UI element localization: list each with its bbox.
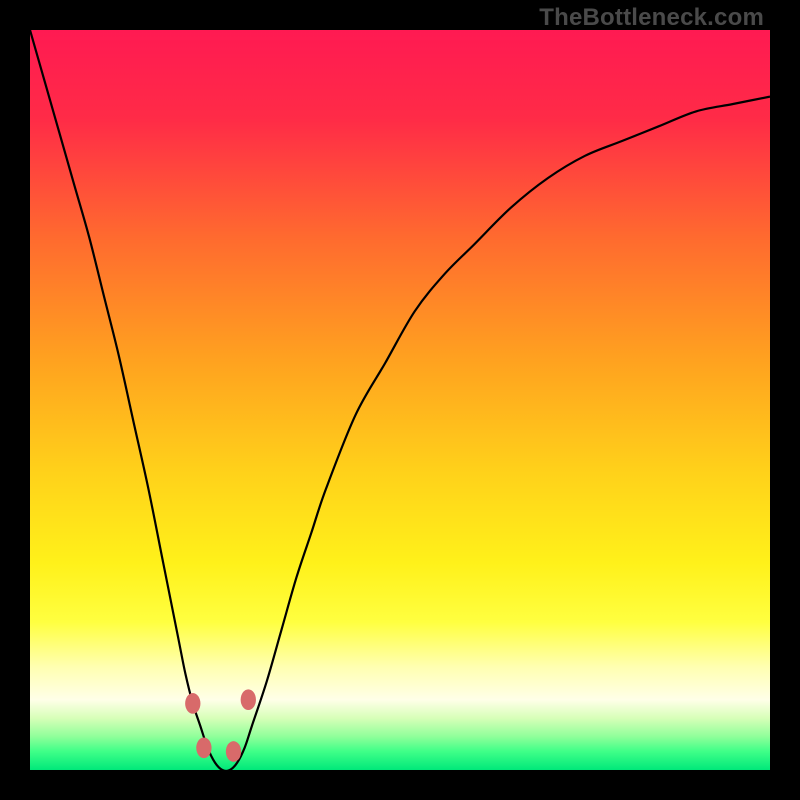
marker-dot (226, 741, 241, 762)
marker-dot (241, 689, 256, 710)
watermark-text: TheBottleneck.com (539, 4, 764, 32)
marker-dot (185, 693, 200, 714)
marker-dot (196, 737, 211, 758)
chart-frame (30, 30, 770, 770)
chart-background (30, 30, 770, 770)
bottleneck-chart (30, 30, 770, 770)
